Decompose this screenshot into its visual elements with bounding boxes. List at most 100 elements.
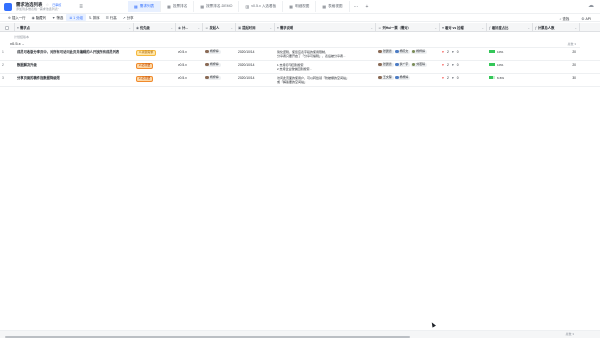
heart-icon[interactable]: ♥: [442, 50, 444, 54]
date-cell[interactable]: 2020/10/14: [236, 61, 275, 74]
description-cell[interactable]: 访问此页面的使用户，可以转给领「防被爆的空间站」 或「解答要的空间站」: [275, 74, 376, 87]
column-header[interactable]: ☺ 列Hui一票（需对） ⌄: [376, 23, 440, 32]
chevron-down-icon[interactable]: ⌄: [197, 26, 202, 30]
voters-cell[interactable]: 王文程 杨梓婷: [376, 74, 440, 87]
column-header[interactable]: ☺ 发起人 ⌄: [203, 23, 236, 32]
voters-cell[interactable]: 张翼德 杨晓文 杨梓婷: [376, 48, 440, 61]
column-header[interactable]: ≡ 需求说明 ⌄: [275, 23, 376, 32]
menu-icon[interactable]: ≡: [79, 4, 83, 10]
view-tab[interactable]: ▦ 表格视图: [316, 1, 350, 12]
chevron-down-icon[interactable]: ⌄: [128, 26, 133, 30]
add-view-icon[interactable]: +: [363, 1, 372, 12]
plan-cell[interactable]: v0.5.x: [176, 61, 203, 74]
view-tab[interactable]: ▥ v0.5.x 入选看板: [239, 1, 284, 12]
person-chip[interactable]: 杨梓婷: [205, 49, 221, 54]
toolbar-button[interactable]: ≣ 1 分组: [66, 14, 86, 21]
initiator-cell[interactable]: 杨梓婷: [203, 61, 236, 74]
thumb-icon[interactable]: ♥: [452, 76, 454, 80]
column-header[interactable]: ◉ 优先级 ⌄: [134, 23, 176, 32]
chevron-down-icon[interactable]: ⌄: [269, 26, 274, 30]
ratio-cell[interactable]: 6.6%: [487, 74, 533, 87]
vote-cell[interactable]: ♥ 2 ♥ 0: [440, 48, 487, 61]
view-tab[interactable]: ▦ 投票排名: [161, 1, 195, 12]
person-chip[interactable]: 杨梓婷: [394, 75, 411, 80]
priority-cell[interactable]: 2-必须要: [134, 74, 176, 87]
select-all-checkbox[interactable]: [5, 25, 9, 30]
scrollbar-thumb[interactable]: [5, 336, 410, 338]
toolbar-right-button[interactable]: ⌕ 查找: [557, 15, 573, 22]
avatar: [205, 49, 209, 54]
vote-cell[interactable]: ♥ 2 ♥ 0: [440, 61, 487, 74]
chevron-down-icon[interactable]: ⌄: [434, 26, 439, 30]
priority-cell[interactable]: 3-关键需求: [134, 48, 176, 61]
toolbar-button[interactable]: ↗ 分享: [120, 14, 137, 21]
heart-icon[interactable]: ♥: [442, 63, 444, 67]
view-tab[interactable]: ▦ 按票排名-DEMO: [194, 1, 240, 12]
priority-cell[interactable]: 2-必须要: [134, 61, 176, 74]
plan-cell[interactable]: v0.5.x: [176, 74, 203, 87]
ratio-cell[interactable]: 10%: [487, 48, 533, 61]
row-number-cell[interactable]: 3: [0, 74, 15, 87]
requirement-cell[interactable]: 分享页面的稿件指数据降级限: [15, 74, 134, 87]
person-chip[interactable]: 王文程: [378, 75, 394, 80]
toolbar-right-button[interactable]: ⚙ API: [578, 15, 594, 22]
person-chip[interactable]: 张翼德: [378, 62, 394, 67]
person-chip[interactable]: 杨梓婷: [411, 49, 427, 54]
chevron-down-icon[interactable]: ⌄: [22, 42, 25, 46]
ratio-cell[interactable]: 10%: [487, 61, 533, 74]
chevron-down-icon[interactable]: ⌄: [574, 26, 579, 30]
person-chip[interactable]: 杨晓文: [394, 49, 411, 54]
heart-icon[interactable]: ♥: [442, 76, 444, 80]
voters-cell[interactable]: 张翼德 梦广宇 刘若晴: [376, 61, 440, 74]
chevron-down-icon[interactable]: ⌄: [230, 26, 235, 30]
column-header[interactable]: ƒ 计票总人数 ⌄: [533, 23, 580, 32]
person-chip[interactable]: 杨梓婷: [205, 62, 221, 67]
total-cell[interactable]: 20: [533, 48, 580, 61]
thumb-icon[interactable]: ♥: [452, 63, 454, 67]
column-header[interactable]: ▣ 提起时间 ⌄: [236, 23, 275, 32]
chevron-down-icon[interactable]: ⌄: [370, 26, 375, 30]
initiator-cell[interactable]: 杨梓婷: [203, 48, 236, 61]
toolbar-button[interactable]: ▼ 筛选: [49, 14, 66, 21]
column-header[interactable]: ≡ 需求点 ⌄: [15, 23, 134, 32]
view-tab[interactable]: ▦ 明细视图: [283, 1, 317, 12]
table-row[interactable]: 1 成员可收版分享页中，对所有可访问此页并编辑的人开放所有成员列表 3-关键需求 v0…: [0, 48, 600, 61]
group-header[interactable]: v0.5.x ⌄ 总数 3: [10, 40, 580, 48]
row-number-cell[interactable]: 1: [0, 48, 15, 61]
table-row[interactable]: 2 数据解决升级 2-必须要 v0.5.x 杨梓婷 2020/10/14 1.支持打印回到搜…: [0, 61, 600, 74]
person-chip[interactable]: 杨梓婷: [205, 75, 221, 80]
date-cell[interactable]: 2020/10/14: [236, 48, 275, 61]
total-cell[interactable]: 30: [533, 74, 580, 87]
more-tabs-icon[interactable]: ⋯: [350, 1, 363, 12]
description-cell[interactable]: 1.支持打印回到搜索 2.支持企业微信回到搜索...: [275, 61, 376, 74]
date-cell[interactable]: 2020/10/14: [236, 74, 275, 87]
toolbar-button[interactable]: ⊕ 插入一行: [5, 14, 29, 21]
requirement-cell[interactable]: 数据解决升级: [15, 61, 134, 74]
requirement-cell[interactable]: 成员可收版分享页中，对所有可访问此页并编辑的人开放所有成员列表: [15, 48, 134, 61]
description-cell[interactable]: 简化逻辑，使您应表字段的使用限制， 分享者只要开启了「分享可编辑」，表后被分享者…: [275, 48, 376, 61]
column-header[interactable]: ◉ 计... ⌄: [176, 23, 203, 32]
total-voters: 30: [572, 75, 576, 80]
person-chip[interactable]: 刘若晴: [411, 62, 427, 67]
column-header[interactable]: ♥ 看对 vs 拉帽 ⌄: [440, 23, 487, 32]
person-chip[interactable]: 梦广宇: [394, 62, 411, 67]
chevron-down-icon[interactable]: ⌄: [170, 26, 175, 30]
initiator-cell[interactable]: 杨梓婷: [203, 74, 236, 87]
total-cell[interactable]: 20: [533, 61, 580, 74]
select-all-cell[interactable]: [0, 23, 15, 32]
toolbar-button[interactable]: ☰ 行高: [103, 14, 120, 21]
vote-cell[interactable]: ♥ 2 ♥ 0: [440, 74, 487, 87]
row-number-cell[interactable]: 2: [0, 61, 15, 74]
chevron-down-icon[interactable]: ⌄: [527, 26, 532, 30]
thumb-icon[interactable]: ♥: [452, 50, 454, 54]
plan-cell[interactable]: v0.5.x: [176, 48, 203, 61]
horizontal-scrollbar[interactable]: 总数 3: [0, 330, 600, 338]
toolbar-button[interactable]: ◉ 隐藏列: [29, 14, 49, 21]
view-tab[interactable]: ▦ 需求列表: [128, 1, 162, 12]
cloud-icon[interactable]: ☁: [588, 2, 594, 9]
toolbar-button[interactable]: ⇅ 排序: [86, 14, 103, 21]
table-row[interactable]: 3 分享页面的稿件指数据降级限 2-必须要 v0.5.x 杨梓婷 2020/10/14 访问…: [0, 74, 600, 87]
chevron-down-icon[interactable]: ⌄: [481, 26, 486, 30]
person-chip[interactable]: 张翼德: [378, 49, 394, 54]
column-header[interactable]: ƒ 看好度占比 ⌄: [487, 23, 533, 32]
